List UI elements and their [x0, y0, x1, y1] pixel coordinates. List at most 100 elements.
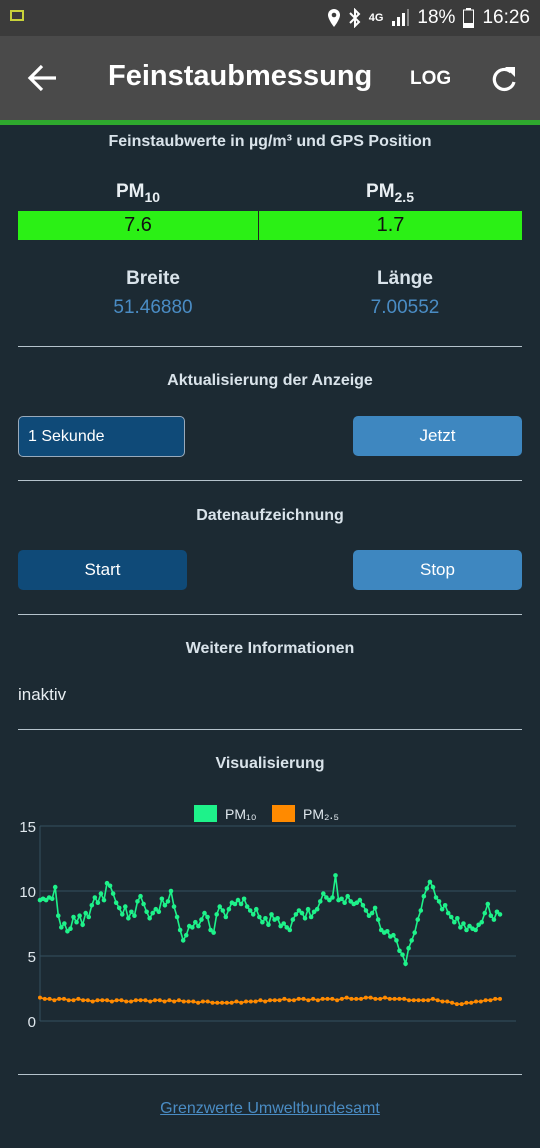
data-point: [180, 938, 186, 943]
data-point: [342, 900, 347, 905]
data-point: [299, 910, 305, 916]
data-point: [168, 888, 174, 894]
data-point: [493, 996, 498, 1001]
start-button[interactable]: Start: [18, 550, 187, 590]
refresh-now-button[interactable]: Jetzt: [353, 416, 522, 456]
data-point: [126, 916, 131, 921]
data-point: [89, 903, 95, 908]
data-point: [372, 905, 378, 911]
data-point: [223, 914, 229, 920]
data-point: [85, 998, 90, 1003]
data-point: [210, 1000, 215, 1005]
data-point: [229, 1000, 234, 1005]
data-point: [191, 999, 196, 1004]
measurement-subtitle: Feinstaubwerte in µg/m³ und GPS Position: [108, 133, 432, 150]
data-point: [293, 912, 299, 917]
data-point: [391, 932, 396, 938]
legend-label: PM₁₀: [225, 806, 257, 822]
data-point: [464, 1000, 469, 1005]
data-point: [426, 998, 431, 1003]
data-point: [71, 914, 76, 920]
data-point: [474, 999, 479, 1004]
data-point: [162, 903, 168, 908]
data-point: [38, 995, 42, 1000]
data-point: [241, 896, 247, 902]
data-point: [306, 998, 311, 1003]
data-point: [186, 999, 191, 1004]
data-point: [172, 999, 177, 1004]
data-point: [491, 917, 497, 922]
data-point: [148, 999, 153, 1004]
data-point: [42, 996, 47, 1001]
data-point: [138, 893, 143, 899]
location-icon: [327, 9, 340, 27]
data-point: [406, 945, 411, 951]
data-point: [263, 999, 268, 1004]
data-point: [281, 921, 287, 926]
data-point: [424, 886, 430, 891]
data-point: [436, 899, 442, 904]
data-point: [485, 901, 491, 907]
data-point: [116, 905, 122, 911]
page-title: Feinstaubmessung: [108, 60, 373, 92]
data-point: [98, 891, 104, 896]
data-point: [220, 1000, 225, 1005]
status-icons: 4G 18% 16:26: [327, 7, 530, 29]
pm10-value: 7.6: [18, 211, 259, 240]
data-point: [320, 996, 325, 1001]
data-point: [469, 1000, 474, 1005]
stop-button[interactable]: Stop: [353, 550, 522, 590]
data-point: [71, 998, 76, 1003]
data-point: [402, 996, 407, 1001]
pm10-label: PM10: [115, 181, 161, 205]
data-point: [360, 903, 366, 908]
limits-link[interactable]: Grenzwerte Umweltbundesamt: [0, 1100, 540, 1118]
data-point: [488, 998, 493, 1003]
divider: [18, 480, 522, 481]
refresh-icon[interactable]: [490, 62, 520, 94]
data-point: [349, 996, 354, 1001]
data-point: [49, 896, 55, 902]
data-point: [61, 996, 66, 1001]
data-point: [482, 910, 488, 916]
data-point: [314, 906, 320, 912]
data-point: [247, 908, 253, 913]
data-point: [272, 998, 277, 1003]
data-point: [220, 908, 226, 913]
data-point: [62, 921, 67, 926]
interval-select[interactable]: 1 Sekunde: [18, 416, 185, 457]
data-point: [403, 961, 408, 967]
divider: [18, 346, 522, 347]
data-point: [119, 998, 124, 1003]
data-point: [52, 998, 57, 1003]
data-point: [464, 927, 469, 933]
notification-icon: [10, 10, 24, 21]
data-point: [52, 884, 58, 890]
legend-label: PM₂.₅: [303, 806, 339, 822]
legend-swatch: [272, 805, 295, 822]
recording-heading: Datenaufzeichnung: [196, 507, 344, 524]
back-arrow-icon[interactable]: [26, 58, 60, 98]
data-point: [397, 948, 402, 954]
y-tick-label: 10: [19, 884, 36, 901]
data-point: [406, 998, 411, 1003]
data-point: [181, 999, 186, 1004]
data-point: [176, 998, 181, 1003]
data-point: [421, 998, 426, 1003]
data-point: [66, 998, 71, 1003]
particulate-chart: PM₁₀ PM₂.₅ 0 5 10 15: [19, 805, 516, 1031]
data-point: [100, 998, 105, 1003]
data-point: [266, 922, 271, 928]
longitude-label: Länge: [377, 268, 433, 289]
divider: [18, 614, 522, 615]
data-point: [114, 998, 119, 1003]
log-button[interactable]: LOG: [410, 68, 451, 90]
data-point: [459, 1002, 464, 1007]
data-point: [57, 996, 62, 1001]
data-point: [287, 927, 293, 933]
data-point: [90, 999, 95, 1004]
data-point: [235, 897, 241, 903]
data-point: [244, 904, 250, 909]
data-point: [248, 999, 253, 1004]
data-point: [454, 1002, 459, 1007]
